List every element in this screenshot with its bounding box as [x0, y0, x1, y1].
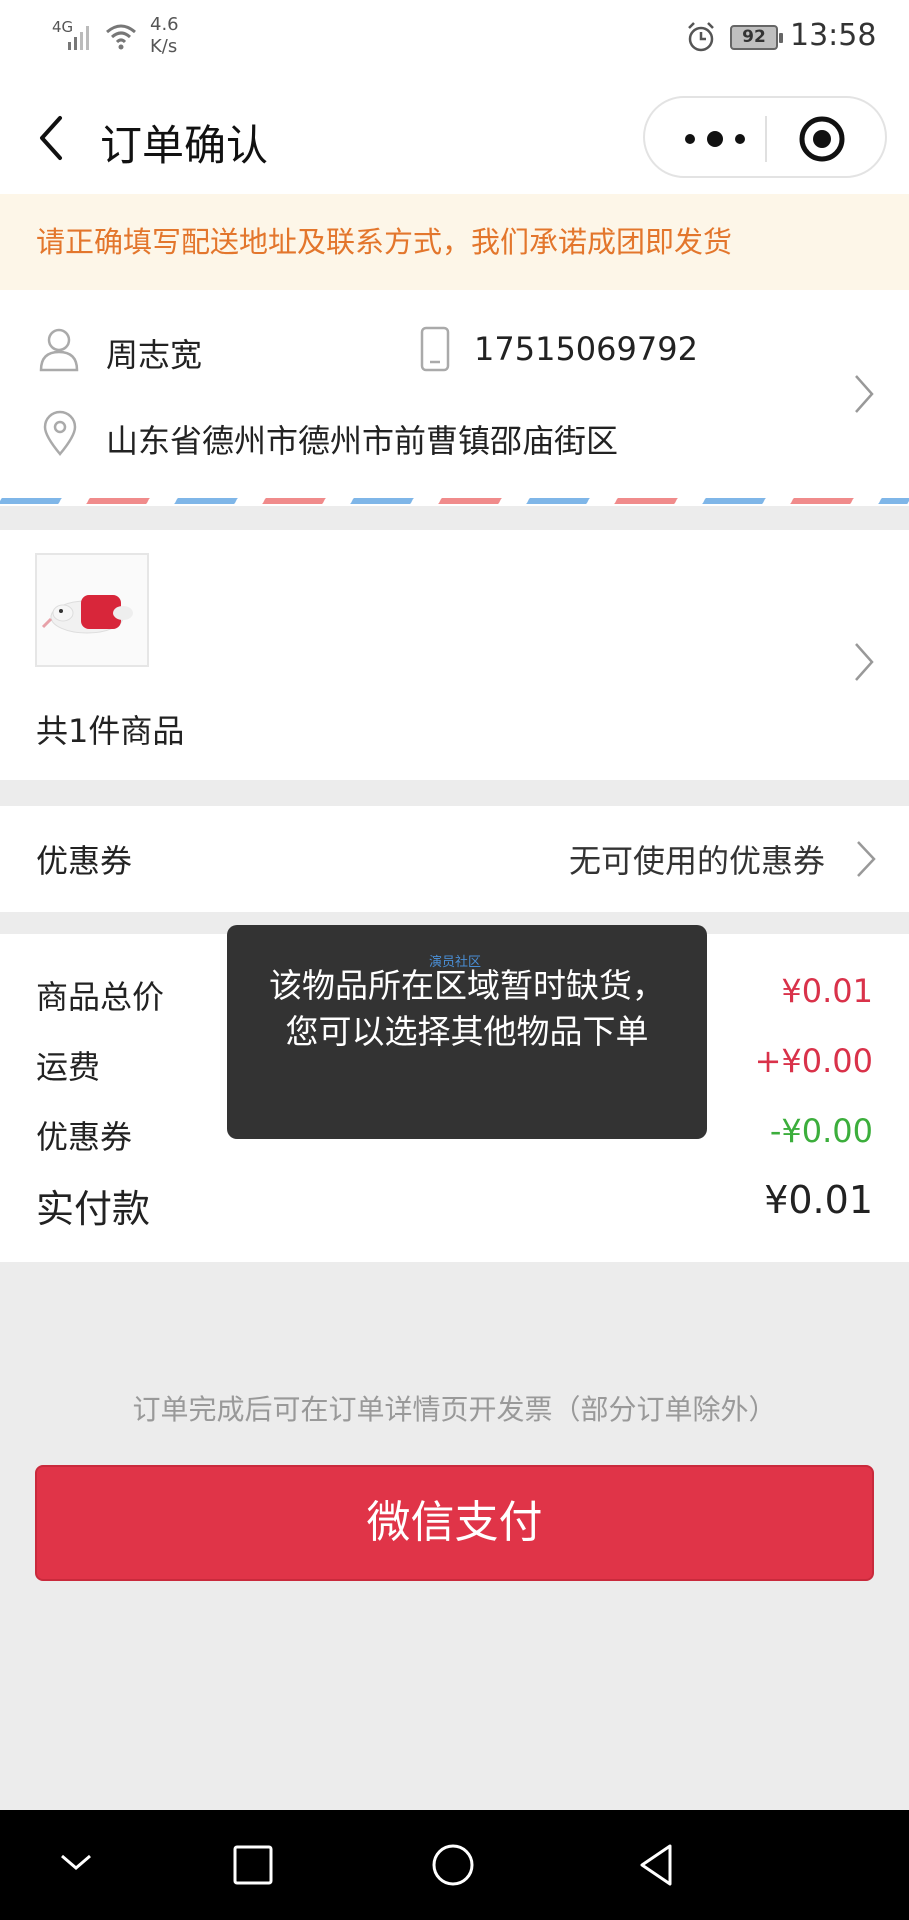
system-nav-bar: [0, 1810, 909, 1920]
shipping-value: +¥0.00: [754, 1042, 873, 1080]
nav-back-triangle-icon[interactable]: [634, 1842, 680, 1888]
battery-indicator: 92: [730, 25, 783, 50]
nav-recent-square-icon[interactable]: [230, 1842, 276, 1888]
wifi-icon: [106, 24, 136, 50]
shipping-label: 运费: [36, 1048, 101, 1086]
coupon-discount-label: 优惠券: [36, 1118, 133, 1156]
product-card[interactable]: 共1件商品: [0, 530, 909, 780]
goods-total-value: ¥0.01: [781, 972, 873, 1010]
paid-amount-value: ¥0.01: [764, 1178, 873, 1222]
wechat-pay-button[interactable]: 微信支付: [35, 1465, 874, 1581]
order-confirm-screen: 4G 4.6 K/s 92 13:58 订单确认 请正确填写配送地址及联系方式，…: [0, 0, 909, 1920]
back-icon[interactable]: [32, 112, 72, 164]
address-card[interactable]: 周志宽 17515069792 山东省德州市德州市前曹镇邵庙街区: [0, 290, 909, 506]
paid-amount-label: 实付款: [36, 1187, 151, 1231]
location-pin-icon: [43, 410, 77, 456]
signal-icon: [68, 26, 89, 50]
alarm-icon: [688, 22, 714, 52]
receiver-address: 山东省德州市德州市前曹镇邵庙街区: [106, 422, 619, 460]
coupon-row[interactable]: 优惠券 无可使用的优惠券: [0, 806, 909, 912]
product-count: 共1件商品: [36, 712, 185, 750]
goods-total-label: 商品总价: [36, 978, 165, 1016]
product-image: [41, 595, 133, 634]
miniprogram-capsule: [643, 96, 887, 178]
invoice-tip: 订单完成后可在订单详情页开发票（部分订单除外）: [132, 1393, 777, 1426]
phone-icon: [420, 326, 450, 372]
product-thumbnail: [35, 553, 149, 667]
person-icon: [39, 328, 79, 372]
network-speed: 4.6 K/s: [150, 14, 179, 57]
nav-bar: 订单确认: [0, 82, 909, 194]
chevron-right-icon: [855, 375, 874, 413]
toast-message: 该物品所在区域暂时缺货，您可以选择其他物品下单: [269, 966, 665, 1051]
coupon-discount-value: -¥0.00: [769, 1112, 873, 1150]
coupon-value: 无可使用的优惠券: [568, 842, 825, 880]
receiver-name: 周志宽: [106, 336, 203, 374]
more-icon[interactable]: [675, 122, 755, 156]
chevron-right-icon: [857, 841, 876, 877]
chevron-right-icon: [855, 643, 874, 681]
nav-home-circle-icon[interactable]: [430, 1842, 476, 1888]
coupon-label: 优惠券: [36, 842, 133, 880]
out-of-stock-toast: 演员社区 该物品所在区域暂时缺货，您可以选择其他物品下单: [227, 925, 707, 1139]
page-title: 订单确认: [100, 121, 269, 170]
capsule-divider: [765, 116, 767, 162]
receiver-phone: 17515069792: [474, 330, 698, 368]
delivery-notice: 请正确填写配送地址及联系方式，我们承诺成团即发货: [0, 194, 909, 290]
airmail-border: [0, 498, 909, 504]
clock: 13:58: [790, 18, 877, 53]
status-bar: 4G 4.6 K/s 92 13:58: [0, 0, 909, 82]
target-icon[interactable]: [797, 114, 847, 164]
nav-collapse-chevron-icon[interactable]: [56, 1842, 96, 1882]
